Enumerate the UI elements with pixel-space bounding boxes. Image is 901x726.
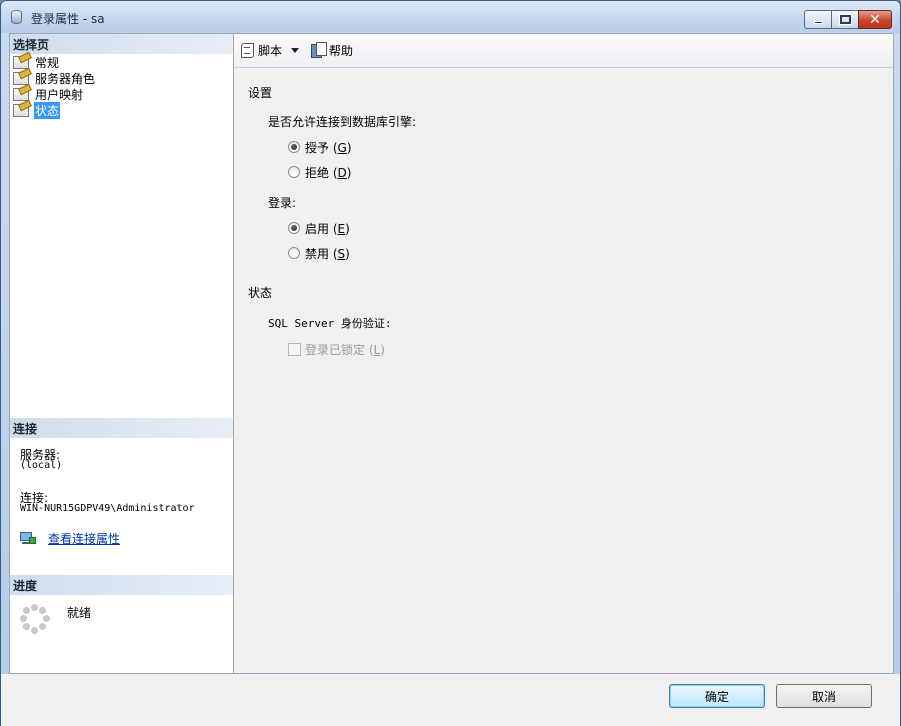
toolbar: 脚本 帮助: [234, 34, 893, 68]
login-properties-window: 登录属性 - sa ✕ 选择页 常规 服务器角色 用户映射 状态 连接 服务器:…: [0, 0, 901, 726]
login-locked-option: 登录已锁定 (L): [305, 343, 385, 357]
connection-value: WIN-NUR15GDPV49\Administrator: [20, 503, 195, 514]
disabled-radio[interactable]: [288, 247, 300, 259]
progress-status: 就绪: [67, 606, 92, 620]
enabled-radio[interactable]: [288, 222, 300, 234]
page-item-status[interactable]: 状态: [13, 101, 61, 119]
ok-button[interactable]: 确定: [669, 684, 765, 708]
disabled-label: 禁用: [305, 247, 330, 261]
page-item-label: 常规: [35, 55, 60, 70]
minimize-button[interactable]: [804, 10, 831, 29]
close-icon: ✕: [869, 11, 881, 28]
enabled-accesskey: E: [337, 222, 346, 236]
page-item-server-roles[interactable]: 服务器角色: [13, 70, 96, 86]
window-controls: ✕: [804, 10, 892, 29]
page-item-user-mapping[interactable]: 用户映射: [13, 86, 84, 102]
disabled-accesskey: S: [337, 247, 346, 261]
database-icon: [11, 10, 22, 24]
script-icon: [240, 42, 255, 58]
sql-auth-label: SQL Server 身份验证:: [268, 317, 392, 330]
chevron-down-icon[interactable]: [291, 47, 300, 53]
grant-accesskey: G: [337, 141, 347, 155]
login-locked-accesskey: L: [373, 343, 381, 357]
help-label: 帮助: [329, 43, 354, 58]
page-icon: [13, 55, 29, 69]
login-locked-label: 登录已锁定: [305, 343, 366, 357]
script-button[interactable]: 脚本: [240, 41, 300, 59]
progress-spinner-icon: [20, 604, 50, 634]
login-label: 登录:: [268, 196, 297, 210]
progress-header: 进度: [10, 575, 233, 595]
view-connection-properties-link[interactable]: 查看连接属性: [48, 530, 120, 547]
page-icon: [13, 71, 29, 85]
page-item-label: 服务器角色: [35, 71, 96, 86]
status-section-title: 状态: [248, 286, 273, 300]
help-icon: [311, 42, 327, 58]
page-icon: [13, 103, 29, 117]
left-pane: 选择页 常规 服务器角色 用户映射 状态 连接 服务器: (local) 连接:…: [9, 33, 233, 674]
grant-radio[interactable]: [288, 141, 300, 153]
close-button[interactable]: ✕: [858, 10, 892, 29]
permission-label: 是否允许连接到数据库引擎:: [268, 115, 417, 129]
deny-option[interactable]: 拒绝 (D): [305, 164, 351, 181]
connection-header: 连接: [10, 418, 233, 438]
dialog-button-bar: 确定 取消: [1, 674, 900, 726]
window-title: 登录属性 - sa: [31, 12, 105, 26]
page-item-label: 用户映射: [35, 87, 84, 102]
script-label: 脚本: [258, 43, 283, 58]
enabled-option[interactable]: 启用 (E): [305, 220, 350, 237]
disabled-option[interactable]: 禁用 (S): [305, 245, 350, 262]
grant-label: 授予: [305, 141, 330, 155]
settings-section-title: 设置: [248, 86, 273, 100]
page-item-general[interactable]: 常规: [13, 54, 60, 70]
grant-option[interactable]: 授予 (G): [305, 139, 352, 156]
right-pane: 脚本 帮助 设置 是否允许连接到数据库引擎: 授予 (G) 拒绝 (D) 登录:…: [233, 33, 894, 674]
page-icon: [13, 87, 29, 101]
title-bar[interactable]: 登录属性 - sa ✕: [1, 1, 900, 33]
minimize-icon: [813, 21, 823, 24]
select-page-header: 选择页: [10, 34, 233, 54]
server-value: (local): [20, 460, 63, 471]
help-button[interactable]: 帮助: [311, 41, 353, 59]
page-item-label: 状态: [34, 101, 61, 119]
deny-radio[interactable]: [288, 166, 300, 178]
login-locked-checkbox[interactable]: [288, 343, 301, 356]
maximize-icon: [838, 14, 852, 25]
deny-accesskey: D: [337, 166, 347, 180]
deny-label: 拒绝: [305, 166, 330, 180]
enabled-label: 启用: [305, 222, 330, 236]
connection-properties-icon: [20, 532, 36, 546]
maximize-button[interactable]: [831, 10, 858, 29]
cancel-button[interactable]: 取消: [776, 684, 872, 708]
